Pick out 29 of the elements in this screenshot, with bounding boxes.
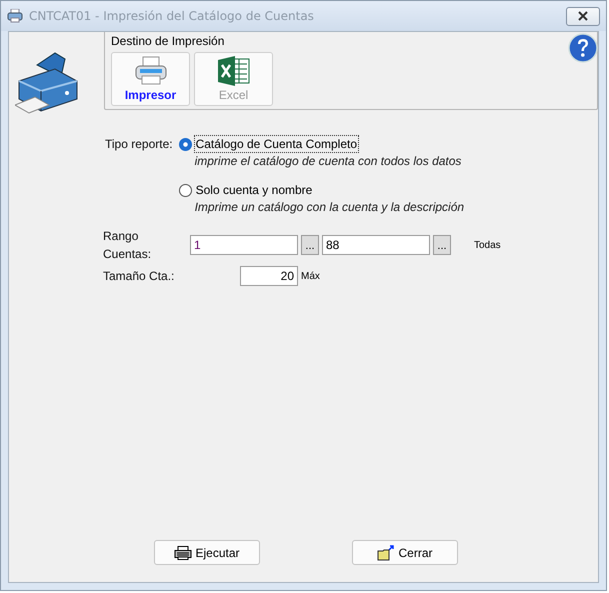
close-icon — [577, 11, 589, 21]
browse-button[interactable]: ... — [433, 235, 451, 255]
max-label: Máx — [301, 270, 320, 282]
folder-icon — [377, 544, 396, 560]
window-title: CNTCAT01 - Impresión del Catálogo de Cuentas — [29, 9, 315, 23]
input-field[interactable]: 1 — [190, 235, 298, 255]
action-button[interactable]: Cerrar — [352, 540, 458, 565]
all-label: Todas — [474, 240, 501, 250]
spreadsheet-icon — [218, 56, 250, 86]
field-label: Rango Cuentas: — [103, 228, 152, 263]
destination-button[interactable]: Impresor — [111, 52, 190, 106]
radio-button[interactable] — [178, 138, 192, 150]
printer-icon — [174, 546, 192, 560]
input-field[interactable]: 88 — [322, 235, 430, 255]
help-icon[interactable] — [568, 33, 598, 63]
radio-button[interactable] — [178, 184, 192, 196]
input-field[interactable]: 20 — [240, 266, 298, 286]
panel-title: Destino de Impresión — [111, 34, 226, 48]
printer-icon — [134, 56, 168, 86]
option-description: imprime el catálogo de cuenta con todos los datos — [194, 153, 462, 169]
field-label: Tamaño Cta.: — [103, 268, 176, 285]
field-label: Tipo reporte: — [105, 136, 173, 153]
close-button[interactable] — [566, 6, 600, 26]
radio-label[interactable]: Solo cuenta y nombre — [194, 181, 314, 199]
browse-button[interactable]: ... — [301, 235, 319, 255]
printer-icon — [7, 9, 23, 23]
action-button[interactable]: Ejecutar — [154, 540, 260, 565]
radio-label[interactable]: Catálogo de Cuenta Completo — [194, 135, 360, 153]
option-description: Imprime un catálogo con la cuenta y la descripción — [194, 199, 464, 215]
